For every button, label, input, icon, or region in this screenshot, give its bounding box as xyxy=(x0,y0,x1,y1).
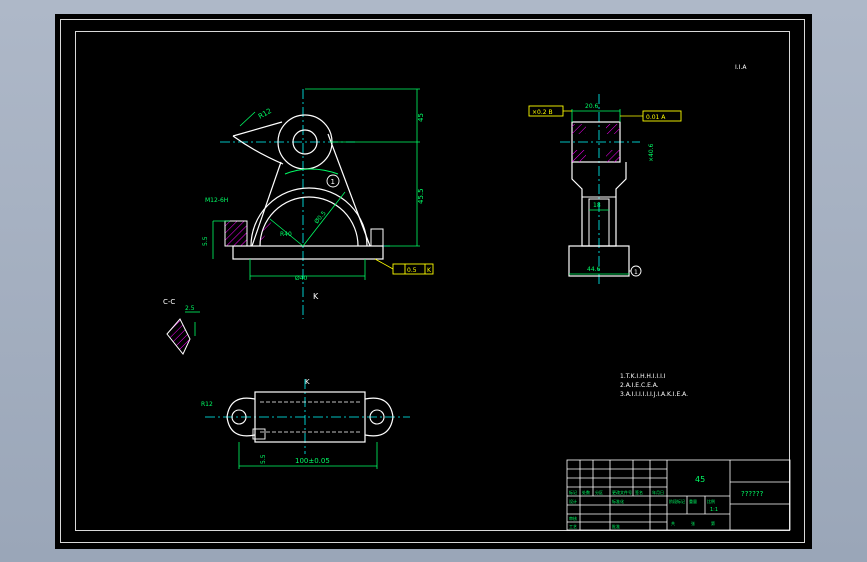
section-cc: C-C 2.5 xyxy=(163,298,200,355)
title-material: 45 xyxy=(695,475,705,484)
front-view: R12 45 45.5 Ø0.5 R40 Ø40 5.5 M12-6H K 1 … xyxy=(202,88,434,319)
side-datum-box: ×0.2 B xyxy=(532,109,553,116)
top-right-mark: I.I.A xyxy=(735,64,747,71)
front-arrow-label: K xyxy=(313,292,319,301)
title-label-13: 批准 xyxy=(612,523,620,529)
title-name: ?????? xyxy=(741,490,764,498)
title-label-14: 共 xyxy=(671,520,675,526)
top-center-label: K xyxy=(305,378,310,386)
title-label-12: 工艺 xyxy=(569,524,577,529)
title-label-2: 分区 xyxy=(595,489,603,495)
front-left-height: 5.5 xyxy=(202,236,209,246)
front-bottom-width: Ø40 xyxy=(295,275,308,282)
drawing-canvas: R12 45 45.5 Ø0.5 R40 Ø40 5.5 M12-6H K 1 … xyxy=(163,64,791,531)
title-label-0: 标记 xyxy=(569,489,577,495)
note-1: 1.T.K.I.H.H.I.I.I.I xyxy=(620,373,666,380)
side-right-dim: ×40.6 xyxy=(648,143,655,162)
side-view: 20.6 18 44.6 ×40.6 ×0.2 B 0.01 A 1 xyxy=(528,94,682,284)
top-view: 100±0.05 R12 5.5 K xyxy=(201,378,410,469)
front-circle-marker: 1 xyxy=(331,178,335,186)
title-label-5: 年月日 xyxy=(652,489,664,495)
note-2: 2.A.I.E.C.E.A. xyxy=(620,382,659,389)
title-label-8: 比例 xyxy=(707,498,715,504)
note-3: 3.A.I.I.I.I.I.I.J.I.A.K.I.E.A. xyxy=(620,391,688,398)
front-radius-label: R12 xyxy=(257,107,273,121)
side-base-width: 44.6 xyxy=(587,266,601,273)
front-bore-radius: R40 xyxy=(280,231,292,238)
front-flatness-ref: K xyxy=(427,267,432,274)
title-scale: 1:1 xyxy=(710,507,718,513)
title-label-15: 张 xyxy=(691,520,695,526)
technical-notes: 1.T.K.I.H.H.I.I.I.I 2.A.I.E.C.E.A. 3.A.I… xyxy=(620,64,747,398)
title-label-16: 第 xyxy=(711,520,715,526)
top-length-dim: 100±0.05 xyxy=(295,457,330,465)
title-block-text: 45 ?????? 1:1 标记 处数 分区 更改文件号 签名 年月日 阶段标记… xyxy=(569,475,764,529)
title-label-1: 处数 xyxy=(582,489,590,495)
side-parallel-box: 0.01 A xyxy=(646,114,666,121)
title-label-6: 阶段标记 xyxy=(669,498,685,504)
section-cc-label: C-C xyxy=(163,298,175,306)
title-label-3: 更改文件号 xyxy=(612,489,632,495)
title-label-7: 重量 xyxy=(689,498,697,504)
front-flatness-value: 0.5 xyxy=(407,267,417,274)
top-height-dim: 5.5 xyxy=(260,454,267,464)
front-height-upper: 45 xyxy=(417,113,425,122)
side-slot-dim: 18 xyxy=(593,202,601,209)
title-label-9: 设计 xyxy=(569,498,577,504)
title-label-4: 签名 xyxy=(635,489,643,495)
side-circle-marker: 1 xyxy=(634,269,638,276)
cad-viewport[interactable]: R12 45 45.5 Ø0.5 R40 Ø40 5.5 M12-6H K 1 … xyxy=(55,14,812,549)
title-label-10: 标准化 xyxy=(612,498,624,504)
side-top-dim: 20.6 xyxy=(585,103,599,110)
front-height-total: 45.5 xyxy=(417,188,425,204)
front-left-thread: M12-6H xyxy=(205,197,228,204)
title-label-11: 审核 xyxy=(569,515,577,521)
top-radius-label: R12 xyxy=(201,401,213,408)
section-cc-dim: 2.5 xyxy=(185,305,195,312)
